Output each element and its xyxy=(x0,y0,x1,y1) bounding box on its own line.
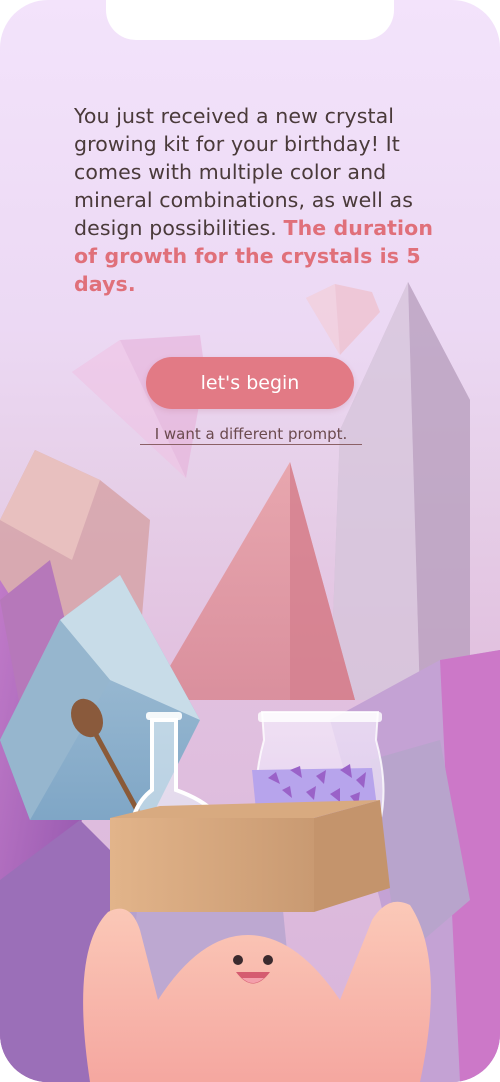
cardboard-box xyxy=(110,800,390,912)
app-screen: You just received a new crystal growing … xyxy=(0,0,500,1082)
tall-crystal-right xyxy=(330,282,470,700)
pink-pyramid-crystal xyxy=(150,462,355,700)
prompt-text: You just received a new crystal growing … xyxy=(74,102,444,298)
different-prompt-link[interactable]: I want a different prompt. xyxy=(140,425,362,445)
device-notch xyxy=(106,0,394,40)
lets-begin-button[interactable]: let's begin xyxy=(146,357,354,409)
